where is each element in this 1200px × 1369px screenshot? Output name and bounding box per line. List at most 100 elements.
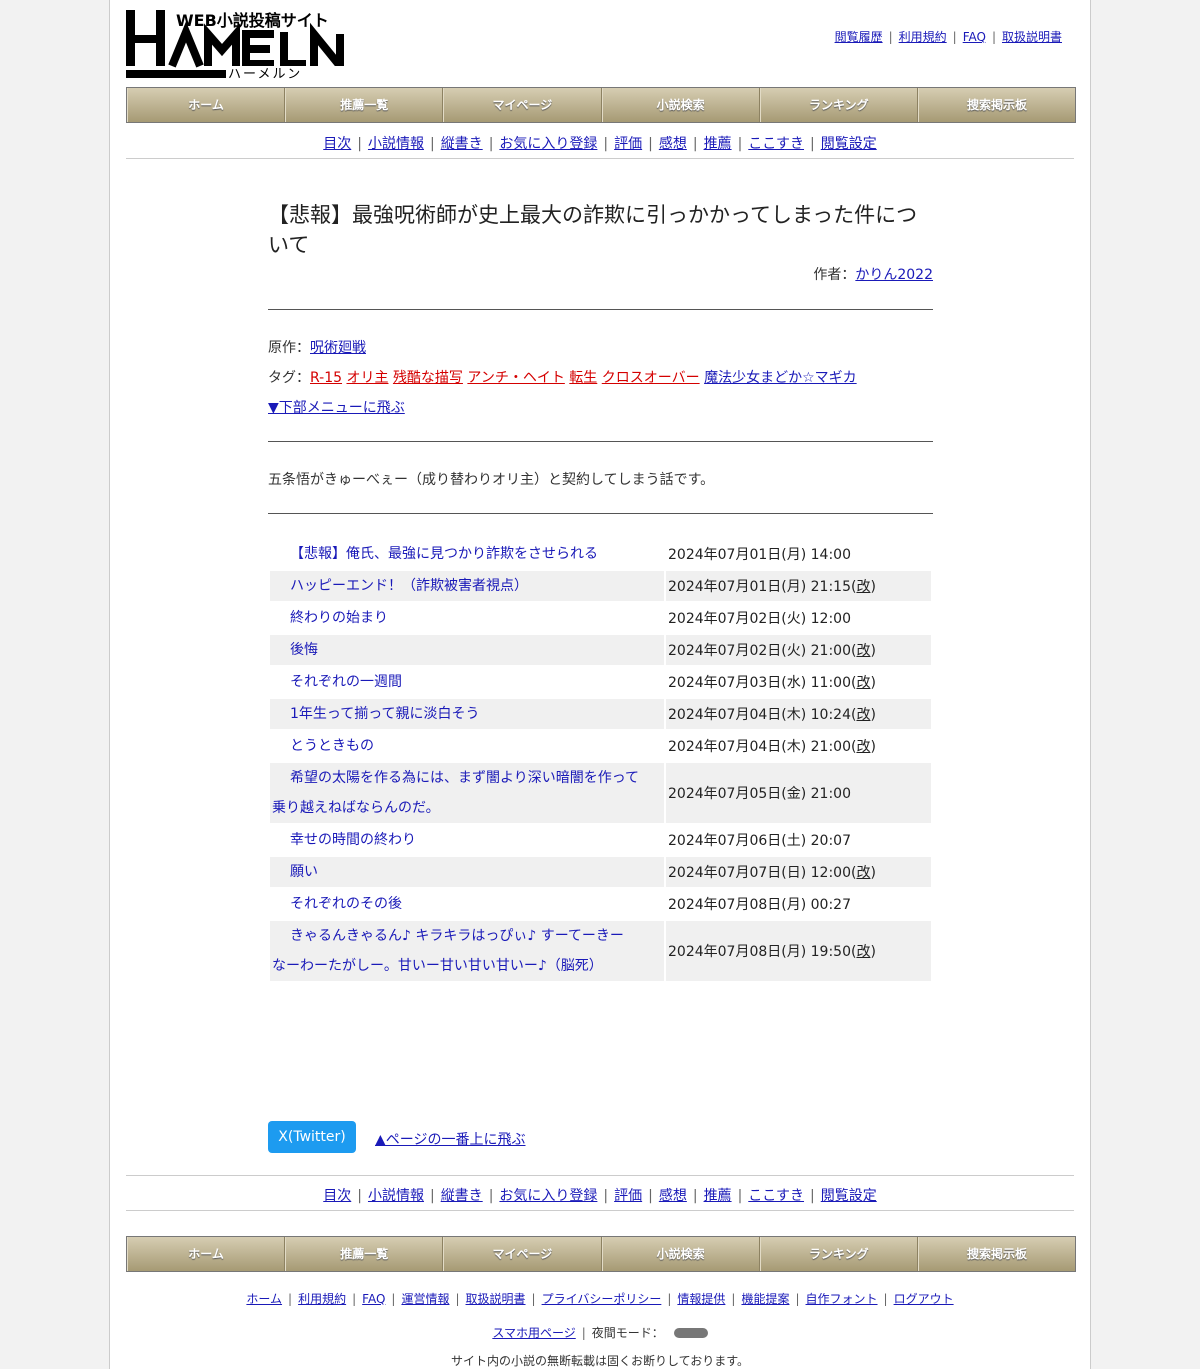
nav-search[interactable]: 小説検索 (601, 1237, 760, 1271)
copyright-notice: サイト内の小説の無断転載は固くお断りしております。 (450, 1354, 750, 1368)
divider (126, 1210, 1074, 1211)
tag-link[interactable]: オリ主 (346, 370, 388, 386)
episode-link[interactable]: 幸せの時間の終わり (290, 832, 416, 848)
origin-link[interactable]: 呪術廻戦 (310, 340, 366, 356)
terms-link[interactable]: 利用規約 (899, 30, 947, 44)
episode-link[interactable]: 1年生って揃って親に淡白そう (290, 706, 480, 722)
faq-link[interactable]: FAQ (963, 30, 986, 44)
subnav-review[interactable]: 感想 (659, 1188, 687, 1204)
subnav-kokosuki[interactable]: ここすき (748, 136, 804, 152)
subnav-recommend[interactable]: 推薦 (704, 1188, 732, 1204)
episode-title-cell: きゃるんきゃるん♪ キラキラはっぴぃ♪ すーてーきー なーわーたがしー。甘いー甘い… (270, 921, 664, 981)
episode-date: 2024年07月01日(月) 21:15 (668, 579, 851, 595)
table-row: 後悔 2024年07月02日(火) 21:00(改) (270, 635, 931, 665)
table-row: ハッピーエンド！（詐欺被害者視点） 2024年07月01日(月) 21:15(改) (270, 571, 931, 601)
mobile-page-link[interactable]: スマホ用ページ (492, 1326, 575, 1340)
table-row: それぞれの一週間 2024年07月03日(水) 11:00(改) (270, 667, 931, 697)
subnav-recommend[interactable]: 推薦 (704, 136, 732, 152)
nav-home[interactable]: ホーム (127, 1237, 286, 1271)
episode-date: 2024年07月02日(火) 12:00 (668, 611, 851, 627)
episode-date-cell: 2024年07月02日(火) 21:00(改) (666, 635, 931, 665)
footer-suggest-link[interactable]: 機能提案 (741, 1292, 789, 1306)
footer-operator-link[interactable]: 運営情報 (401, 1292, 449, 1306)
subnav-rate[interactable]: 評価 (614, 1188, 642, 1204)
episode-date-cell: 2024年07月06日(土) 20:07 (666, 825, 931, 855)
tag-link[interactable]: 魔法少女まどか☆マギカ (704, 370, 857, 386)
revised-link[interactable]: 改 (856, 707, 870, 723)
tag-link[interactable]: 転生 (569, 370, 597, 386)
episode-date: 2024年07月08日(月) 00:27 (668, 897, 851, 913)
novel-title: 【悲報】最強呪術師が史上最大の詐欺に引っかかってしまった件について (268, 203, 918, 257)
nav-board[interactable]: 捜索掲示板 (917, 88, 1075, 122)
divider (268, 513, 933, 514)
revised-link[interactable]: 改 (856, 675, 870, 691)
subnav-favorite[interactable]: お気に入り登録 (499, 1188, 597, 1204)
tag-link[interactable]: アンチ・ヘイト (467, 370, 564, 386)
subnav-toc[interactable]: 目次 (323, 136, 351, 152)
nav-search[interactable]: 小説検索 (601, 88, 760, 122)
nav-recommend[interactable]: 推薦一覧 (285, 1237, 444, 1271)
site-logo[interactable]: WEB小説投稿サイト ハーメルン (126, 8, 346, 82)
logo-kana: ハーメルン (228, 67, 302, 80)
subnav-review[interactable]: 感想 (659, 136, 687, 152)
footer-terms-link[interactable]: 利用規約 (298, 1292, 346, 1306)
footer-logout-link[interactable]: ログアウト (894, 1292, 954, 1306)
footer-font-link[interactable]: 自作フォント (806, 1292, 878, 1306)
nav-mypage[interactable]: マイページ (443, 1237, 602, 1271)
tag-link[interactable]: クロスオーバー (602, 370, 700, 386)
subnav-info[interactable]: 小説情報 (368, 136, 424, 152)
revised-link[interactable]: 改 (856, 579, 870, 595)
episode-link[interactable]: それぞれのその後 (290, 896, 402, 912)
revised-link[interactable]: 改 (856, 739, 870, 755)
footer-home-link[interactable]: ホーム (246, 1292, 282, 1306)
subnav-settings[interactable]: 閲覧設定 (821, 1188, 877, 1204)
episode-link[interactable]: きゃるんきゃるん♪ キラキラはっぴぃ♪ すーてーきー なーわーたがしー。甘いー甘い… (272, 928, 624, 974)
night-mode-toggle[interactable] (668, 1327, 708, 1340)
nav-mypage[interactable]: マイページ (443, 88, 602, 122)
back-to-top-link[interactable]: ▲ページの一番上に飛ぶ (375, 1129, 526, 1149)
subnav-settings[interactable]: 閲覧設定 (821, 136, 877, 152)
episode-date-cell: 2024年07月08日(月) 00:27 (666, 889, 931, 919)
revised-link[interactable]: 改 (856, 944, 870, 960)
jump-bottom-link[interactable]: ▼下部メニューに飛ぶ (268, 400, 405, 416)
footer-faq-link[interactable]: FAQ (362, 1292, 385, 1306)
nav-home[interactable]: ホーム (127, 88, 286, 122)
episode-link[interactable]: 後悔 (290, 642, 318, 658)
episode-link[interactable]: とうときもの (290, 738, 374, 754)
revised-link[interactable]: 改 (856, 865, 870, 881)
episode-link[interactable]: 願い (290, 864, 318, 880)
episode-link[interactable]: 【悲報】俺氏、最強に見つかり詐欺をさせられる (290, 546, 598, 562)
subnav-vertical[interactable]: 縦書き (441, 136, 483, 152)
nav-recommend[interactable]: 推薦一覧 (285, 88, 444, 122)
x-share-button[interactable]: X(Twitter) (268, 1121, 356, 1153)
episode-title-cell: とうときもの (270, 731, 664, 761)
author-link[interactable]: かりん2022 (855, 267, 933, 283)
history-link[interactable]: 閲覧履歴 (835, 30, 883, 44)
subnav-vertical[interactable]: 縦書き (441, 1188, 483, 1204)
tag-link[interactable]: 残酷な描写 (393, 370, 463, 386)
nav-ranking[interactable]: ランキング (759, 88, 918, 122)
manual-link[interactable]: 取扱説明書 (1002, 30, 1062, 44)
episode-link[interactable]: それぞれの一週間 (290, 674, 402, 690)
divider (126, 1175, 1074, 1176)
subnav-info[interactable]: 小説情報 (368, 1188, 424, 1204)
episode-title-cell: 終わりの始まり (270, 603, 664, 633)
episode-date-cell: 2024年07月04日(木) 21:00(改) (668, 739, 876, 755)
subnav-toc[interactable]: 目次 (323, 1188, 351, 1204)
episode-link[interactable]: ハッピーエンド！（詐欺被害者視点） (290, 578, 528, 594)
logo-tagline: WEB小説投稿サイト (176, 11, 329, 30)
subnav-favorite[interactable]: お気に入り登録 (499, 136, 597, 152)
episode-date: 2024年07月08日(月) 19:50 (668, 944, 851, 960)
footer-report-link[interactable]: 情報提供 (677, 1292, 725, 1306)
episode-link[interactable]: 終わりの始まり (290, 610, 388, 626)
nav-ranking[interactable]: ランキング (759, 1237, 918, 1271)
episode-link[interactable]: 希望の太陽を作る為には、まず闇より深い暗闇を作って 乗り越えねばならんのだ。 (272, 770, 639, 816)
tag-link[interactable]: R-15 (310, 370, 342, 386)
footer-manual-link[interactable]: 取扱説明書 (466, 1292, 526, 1306)
nav-board[interactable]: 捜索掲示板 (917, 1237, 1075, 1271)
subnav-kokosuki[interactable]: ここすき (748, 1188, 804, 1204)
revised-link[interactable]: 改 (856, 643, 870, 659)
footer-privacy-link[interactable]: プライバシーポリシー (542, 1292, 662, 1306)
subnav-rate[interactable]: 評価 (614, 136, 642, 152)
jump-bottom: ▼下部メニューに飛ぶ (268, 397, 405, 417)
